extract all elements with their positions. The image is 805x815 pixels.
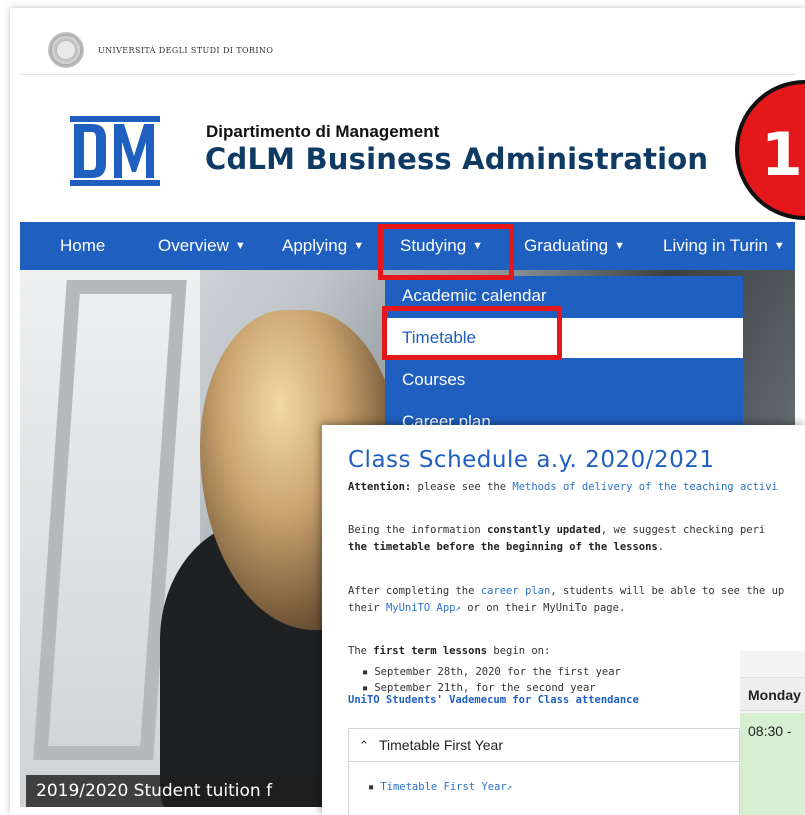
updated-note-line-2: the timetable before the beginning of th… xyxy=(348,541,665,553)
university-bar: UNIVERSITÀ DEGLI STUDI DI TORINO xyxy=(10,8,805,76)
class-schedule-panel: Class Schedule a.y. 2020/2021 Attention:… xyxy=(322,425,805,815)
nav-home[interactable]: Home xyxy=(60,222,105,270)
caret-down-icon: ▼ xyxy=(234,240,246,252)
hero-caption[interactable]: 2019/2020 Student tuition f xyxy=(26,775,326,807)
nav-graduating[interactable]: Graduating ▼ xyxy=(524,222,625,270)
first-term-note: The first term lessons begin on: xyxy=(348,645,551,657)
caret-down-icon: ▼ xyxy=(773,240,785,252)
nav-overview[interactable]: Overview ▼ xyxy=(158,222,246,270)
studying-dropdown-menu: Academic calendar Timetable Courses Care… xyxy=(385,276,743,431)
menu-item-academic-calendar[interactable]: Academic calendar xyxy=(385,276,743,316)
attention-note: Attention: please see the Methods of del… xyxy=(348,481,778,493)
caret-down-icon: ▼ xyxy=(472,240,484,252)
main-nav: Home Overview ▼ Applying ▼ Studying ▼ Gradu… xyxy=(20,222,795,270)
course-title[interactable]: CdLM Business Administration xyxy=(205,142,708,176)
dm-logo[interactable] xyxy=(70,110,160,190)
nav-applying[interactable]: Applying ▼ xyxy=(282,222,364,270)
screenshot: UNIVERSITÀ DEGLI STUDI DI TORINO Diparti… xyxy=(0,0,805,815)
accordion-timetable-first-year[interactable]: ⌃ Timetable First Year xyxy=(348,728,740,762)
schedule-title: Class Schedule a.y. 2020/2021 xyxy=(348,447,715,473)
menu-item-courses[interactable]: Courses xyxy=(385,360,743,400)
department-name[interactable]: Dipartimento di Management xyxy=(206,122,439,142)
career-plan-note-line-1: After completing the career plan, studen… xyxy=(348,585,785,597)
methods-of-delivery-link[interactable]: Methods of delivery of the teaching acti… xyxy=(512,481,778,493)
timetable-first-year-link[interactable]: Timetable First Year↗ xyxy=(368,781,512,793)
caret-down-icon: ▼ xyxy=(614,240,626,252)
nav-studying[interactable]: Studying ▼ xyxy=(400,222,483,270)
menu-item-timetable[interactable]: Timetable xyxy=(385,318,743,358)
myunito-app-link[interactable]: MyUniTO App xyxy=(386,602,456,614)
vademecum-link[interactable]: UniTO Students' Vademecum for Class atte… xyxy=(348,694,639,706)
caret-down-icon: ▼ xyxy=(353,240,365,252)
header-divider xyxy=(20,74,795,75)
career-plan-link[interactable]: career plan xyxy=(481,585,551,597)
date-first-year: September 28th, 2020 for the first year xyxy=(362,666,621,678)
career-plan-note-line-2: their MyUniTO App↗ or on their MyUniTo p… xyxy=(348,602,626,614)
university-name[interactable]: UNIVERSITÀ DEGLI STUDI DI TORINO xyxy=(98,46,273,55)
calendar-day-header: Monday xyxy=(740,677,805,711)
date-second-year: September 21th, for the second year xyxy=(362,682,595,694)
university-seal-logo[interactable] xyxy=(48,32,84,68)
calendar-time-slot[interactable]: 08:30 - xyxy=(740,713,805,815)
chevron-up-icon: ⌃ xyxy=(358,738,370,753)
nav-living-in-turin[interactable]: Living in Turin ▼ xyxy=(663,222,785,270)
updated-note-line-1: Being the information constantly updated… xyxy=(348,524,766,536)
external-link-icon: ↗ xyxy=(506,783,513,793)
